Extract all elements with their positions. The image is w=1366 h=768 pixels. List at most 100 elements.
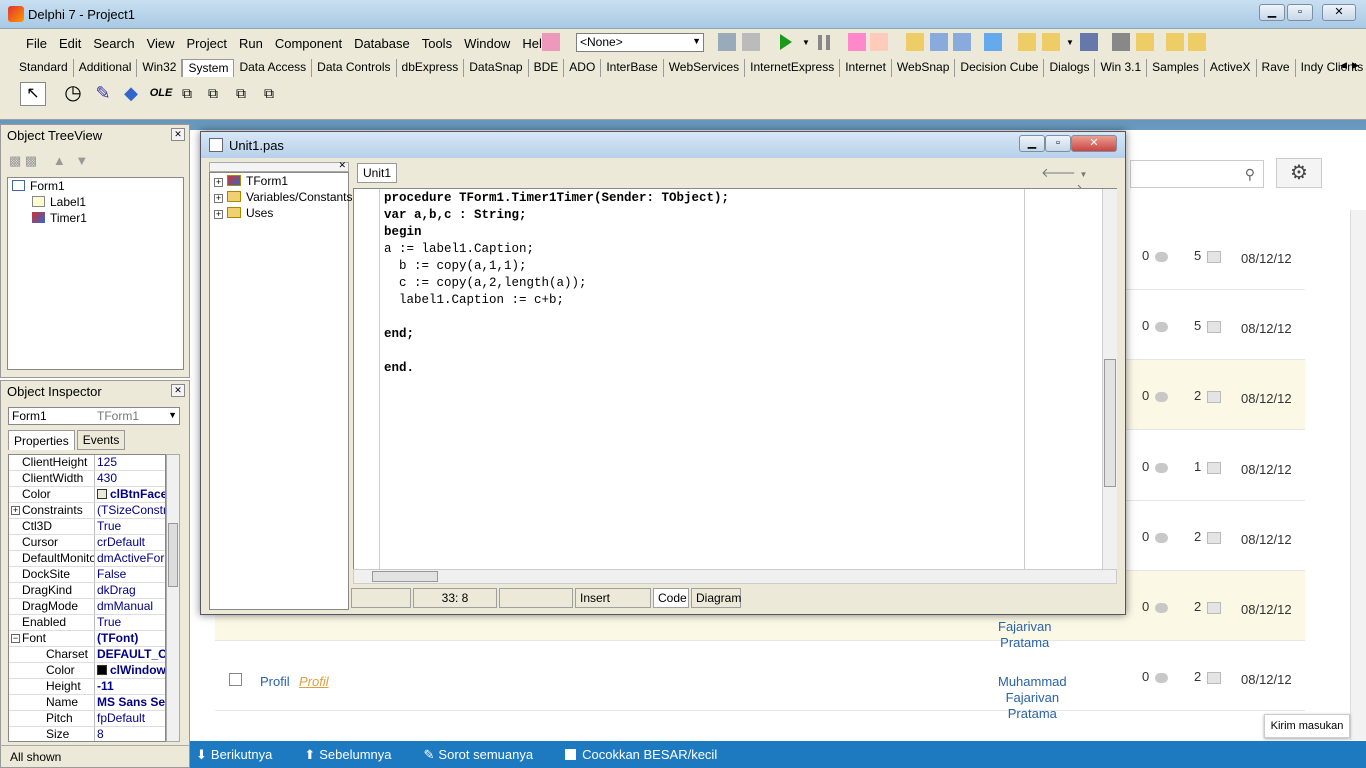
inspector-close-icon[interactable]: ✕ [171, 384, 185, 397]
palette-scroll-right[interactable]: ▶ [1352, 60, 1359, 71]
property-row[interactable]: +Constraints(TSizeConstraints) [9, 503, 165, 519]
menu-edit[interactable]: Edit [53, 34, 87, 54]
back-dropdown-icon[interactable]: ▼ [1080, 170, 1088, 179]
property-value[interactable]: False [95, 567, 165, 582]
code-line[interactable]: label1.Caption := c+b; [384, 292, 729, 309]
new-items-icon[interactable] [906, 33, 924, 51]
property-row[interactable]: Pitch fpDefault [9, 711, 165, 727]
palette-tab-internetexpress[interactable]: InternetExpress [745, 59, 841, 77]
palette-tab-bde[interactable]: BDE [529, 59, 565, 77]
menu-file[interactable]: File [20, 34, 53, 54]
expand-icon[interactable]: + [214, 210, 223, 219]
property-value[interactable]: clBtnFace [95, 487, 165, 502]
property-row[interactable]: DefaultMonitordmActiveForm [9, 551, 165, 567]
inspector-object-combo[interactable]: Form1 TForm1 ▼ [8, 407, 180, 425]
property-value[interactable]: crDefault [95, 535, 165, 550]
property-value[interactable]: dmActiveForm [95, 551, 165, 566]
code-line[interactable]: a := label1.Caption; [384, 241, 729, 258]
property-row[interactable]: DragKind dkDrag [9, 583, 165, 599]
mediaplayer-icon[interactable]: ◆ [118, 82, 144, 106]
property-row[interactable]: CharsetDEFAULT_CHARSET [9, 647, 165, 663]
browser-scrollbar[interactable] [1350, 210, 1366, 740]
property-value[interactable]: clWindowText [95, 663, 165, 678]
new-icon[interactable] [1018, 33, 1036, 51]
property-value[interactable]: (TSizeConstraints) [95, 503, 165, 518]
property-row[interactable]: Height -11 [9, 679, 165, 695]
back-icon[interactable]: 🡐 [1041, 165, 1076, 180]
menu-component[interactable]: Component [269, 34, 348, 54]
scrollbar-thumb[interactable] [168, 523, 178, 587]
palette-tab-win-3-1[interactable]: Win 3.1 [1095, 59, 1148, 77]
property-grid-scrollbar[interactable] [166, 454, 180, 742]
expand-icon[interactable]: − [11, 634, 20, 643]
palette-tab-internet[interactable]: Internet [840, 59, 892, 77]
scrollbar-thumb[interactable] [1104, 359, 1116, 487]
minimize-button[interactable]: ▁ [1259, 4, 1285, 21]
property-value[interactable]: True [95, 615, 165, 630]
menu-tools[interactable]: Tools [416, 34, 458, 54]
property-row[interactable]: ClientHeight 125 [9, 455, 165, 471]
palette-tab-webservices[interactable]: WebServices [664, 59, 746, 77]
structure-node[interactable]: + Uses [210, 205, 348, 221]
dde-server-item-icon[interactable]: ⧉ [256, 82, 282, 106]
step-over-icon[interactable] [870, 33, 888, 51]
code-area[interactable]: procedure TForm1.Timer1Timer(Sender: TOb… [353, 188, 1117, 570]
expand-icon[interactable]: + [214, 194, 223, 203]
palette-tab-additional[interactable]: Additional [74, 59, 138, 77]
menu-run[interactable]: Run [233, 34, 269, 54]
menu-database[interactable]: Database [348, 34, 416, 54]
expand-icon[interactable]: + [214, 178, 223, 187]
palette-tab-data-access[interactable]: Data Access [234, 59, 313, 77]
menu-view[interactable]: View [141, 34, 181, 54]
tree-node-form[interactable]: Form1 [8, 178, 183, 194]
search-icon[interactable]: ⚲ [1245, 166, 1255, 183]
scrollbar-thumb[interactable] [372, 571, 438, 582]
row-title-link[interactable]: Profil [260, 674, 290, 689]
save-all-icon[interactable] [1112, 33, 1130, 51]
step-into-icon[interactable] [848, 33, 866, 51]
code-line[interactable]: c := copy(a,2,length(a)); [384, 275, 729, 292]
row-label-link[interactable]: Profil [299, 674, 329, 689]
maximize-button[interactable]: ▫ [1287, 4, 1313, 21]
palette-tab-datasnap[interactable]: DataSnap [464, 59, 529, 77]
open-project-icon[interactable] [930, 33, 948, 51]
run-icon[interactable] [780, 34, 792, 50]
palette-tab-interbase[interactable]: InterBase [601, 59, 664, 77]
open-project-folder-icon[interactable] [1136, 33, 1154, 51]
property-value[interactable]: (TFont) [95, 631, 165, 646]
property-row[interactable]: ColorclWindowText [9, 663, 165, 679]
toggle-form-icon[interactable] [984, 33, 1002, 51]
book-icon[interactable] [542, 33, 560, 51]
palette-tab-win32[interactable]: Win32 [137, 59, 183, 77]
property-row[interactable]: Enabled True [9, 615, 165, 631]
build-icon[interactable] [718, 33, 736, 51]
save-icon[interactable] [1080, 33, 1098, 51]
property-value[interactable]: DEFAULT_CHARSET [95, 647, 165, 662]
palette-tab-dbexpress[interactable]: dbExpress [397, 59, 465, 77]
property-value[interactable]: dkDrag [95, 583, 165, 598]
property-value[interactable]: 430 [95, 471, 165, 486]
find-next[interactable]: ⬇ Berikutnya [196, 747, 288, 763]
row-checkbox[interactable] [229, 673, 242, 686]
pointer-icon[interactable]: ↖ [20, 82, 46, 106]
tab-properties[interactable]: Properties [8, 430, 75, 450]
treeview-close-icon[interactable]: ✕ [171, 128, 185, 141]
tab-diagram[interactable]: Diagram [691, 588, 741, 608]
open-icon[interactable] [1042, 33, 1060, 51]
find-prev[interactable]: ⬆ Sebelumnya [304, 747, 407, 763]
property-value[interactable]: fpDefault [95, 711, 165, 726]
code-line[interactable]: var a,b,c : String; [384, 207, 729, 224]
open-dropdown-icon[interactable]: ▼ [1066, 38, 1074, 47]
expand-icon[interactable]: + [11, 506, 20, 515]
property-row[interactable]: − Font (TFont) [9, 631, 165, 647]
code-hscrollbar[interactable] [353, 569, 1117, 584]
palette-tab-samples[interactable]: Samples [1147, 59, 1205, 77]
property-value[interactable]: 125 [95, 455, 165, 470]
ole-container-icon[interactable]: OLE [148, 82, 174, 106]
menu-window[interactable]: Window [458, 34, 516, 54]
property-value[interactable]: 8 [95, 727, 165, 741]
property-value[interactable]: True [95, 519, 165, 534]
pause-icon[interactable] [818, 35, 830, 50]
timer-icon[interactable]: ◷ [60, 82, 86, 106]
palette-tab-data-controls[interactable]: Data Controls [312, 59, 397, 77]
